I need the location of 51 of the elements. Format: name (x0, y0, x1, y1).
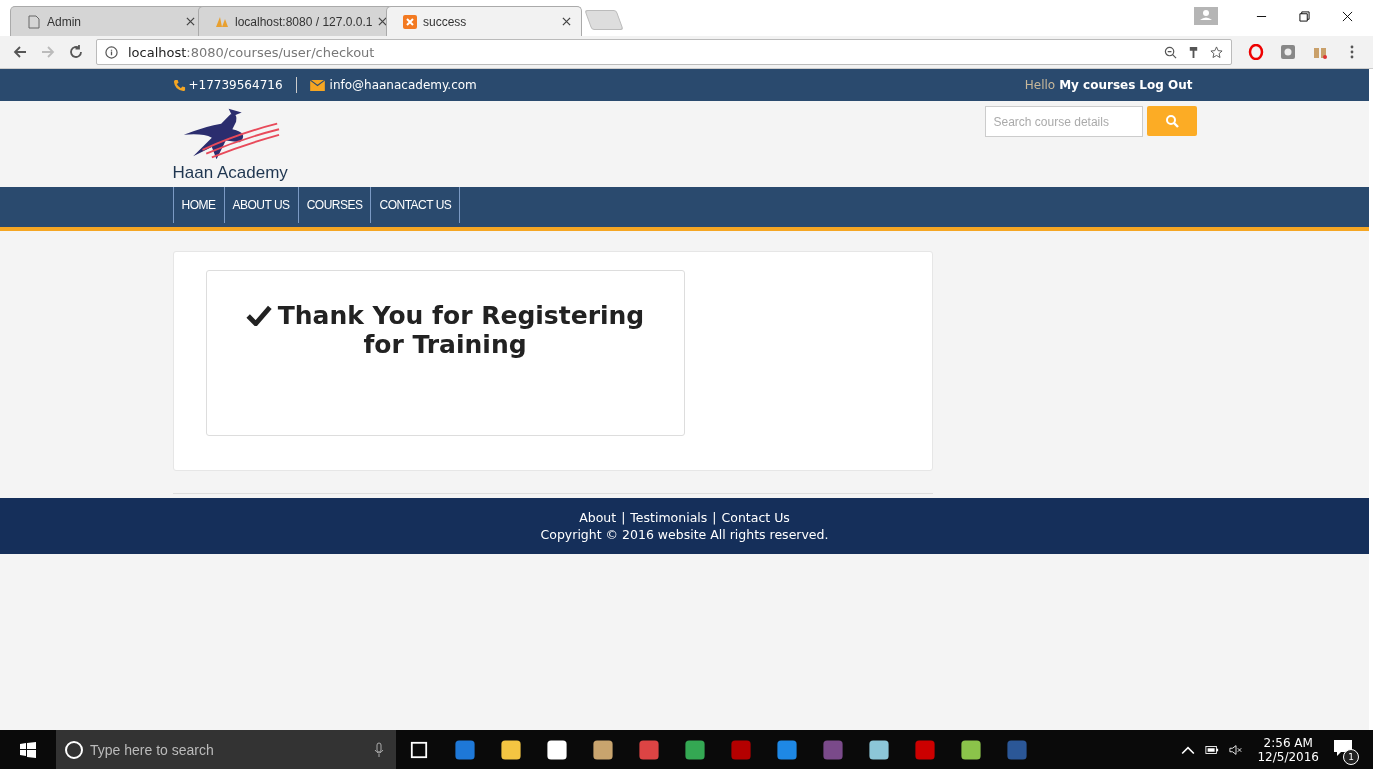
microphone-icon[interactable] (374, 741, 384, 758)
back-icon[interactable] (12, 44, 28, 60)
browser-tab[interactable]: success (386, 6, 582, 36)
check-icon (245, 304, 272, 326)
reload-icon[interactable] (68, 44, 84, 60)
restore-icon[interactable] (1299, 10, 1310, 22)
greeting-text: Hello (1024, 78, 1056, 92)
footer-link[interactable]: Testimonials (630, 510, 708, 525)
taskbar-search-field[interactable]: Type here to search (56, 730, 396, 769)
extension-icon[interactable] (1280, 44, 1296, 60)
windows-start-icon[interactable] (20, 741, 36, 758)
nav-link[interactable]: CONTACT US (370, 187, 461, 223)
copyright-text: Copyright © 2016 website All rights reserved. (540, 527, 829, 542)
close-icon[interactable] (186, 17, 195, 26)
logo-text: Haan Academy (172, 163, 288, 183)
page-icon (27, 14, 41, 29)
tab-title: localhost:8080 / 127.0.0.1 (235, 14, 373, 29)
circle-icon (64, 739, 84, 760)
search-field[interactable]: Search course details (984, 106, 1143, 137)
stop-hand-icon[interactable] (1248, 44, 1264, 60)
footer-link[interactable]: About (579, 510, 617, 525)
star-icon[interactable] (1210, 45, 1223, 59)
nav-link[interactable]: ABOUT US (223, 187, 298, 223)
phone-icon (172, 78, 186, 92)
account-link[interactable]: Log Out (1139, 78, 1193, 92)
nav-link[interactable]: HOME (172, 187, 224, 223)
footer-link[interactable]: Contact Us (721, 510, 790, 525)
tab-title: success (423, 14, 468, 29)
address-bar[interactable]: localhost:8080/courses/user/checkout (96, 39, 1232, 65)
battery-icon[interactable] (1205, 743, 1220, 756)
separator-text: | (621, 510, 626, 525)
clock-time[interactable]: 2:56 AM (1263, 735, 1313, 750)
nav-link[interactable]: COURSES (297, 187, 371, 223)
phone-number: +17739564716 (188, 78, 283, 92)
envelope-icon (309, 79, 325, 91)
separator-text: | (712, 510, 717, 525)
close-icon[interactable] (562, 17, 571, 26)
account-link[interactable]: My courses (1059, 78, 1136, 92)
clock-date[interactable]: 12/5/2016 (1257, 749, 1319, 764)
close-icon[interactable] (1342, 10, 1353, 22)
xampp-icon (403, 14, 417, 29)
search-icon (1164, 114, 1179, 128)
thank-you-heading: Thank You for Registering for Training (277, 301, 645, 359)
url-text: localhost:8080/courses/user/checkout (128, 44, 375, 60)
close-icon[interactable] (378, 17, 388, 26)
info-icon (105, 45, 118, 59)
key-icon[interactable] (1187, 45, 1200, 59)
speaker-muted-icon[interactable] (1229, 743, 1244, 756)
email-address: info@haanacademy.com (329, 78, 477, 92)
tab-title: Admin (47, 14, 82, 29)
zoom-out-icon[interactable] (1164, 45, 1177, 59)
